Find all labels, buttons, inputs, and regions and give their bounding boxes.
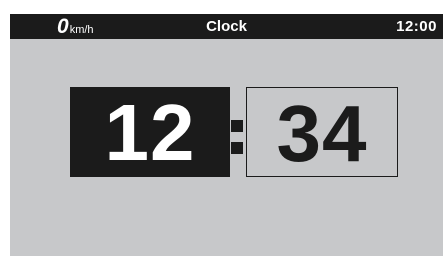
status-time: 12:00 xyxy=(396,18,437,35)
status-bar: 0 km/h Clock 12:00 xyxy=(10,14,443,39)
separator-dot-top xyxy=(231,120,243,132)
clock-screen: 0 km/h Clock 12:00 12 34 xyxy=(10,14,443,256)
screen-title: Clock xyxy=(206,18,247,35)
hours-value: 12 xyxy=(104,88,196,177)
separator-dot-bottom xyxy=(231,142,243,154)
time-separator xyxy=(231,87,245,177)
clock-display: 12 34 xyxy=(70,87,400,178)
minutes-field[interactable]: 34 xyxy=(246,87,398,178)
minutes-value: 34 xyxy=(276,89,368,178)
hours-field[interactable]: 12 xyxy=(70,87,230,177)
